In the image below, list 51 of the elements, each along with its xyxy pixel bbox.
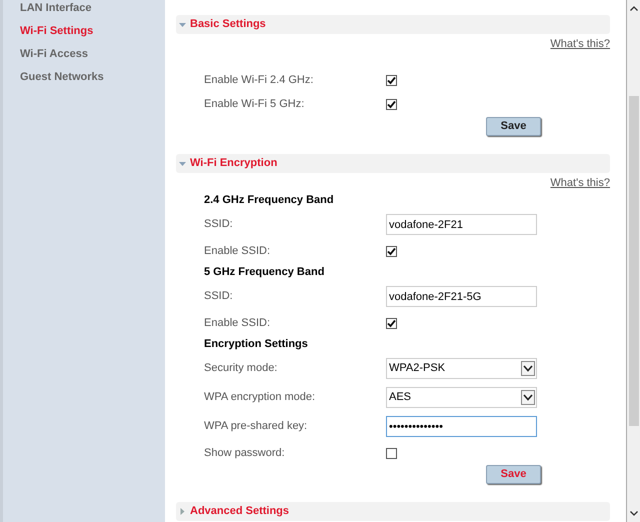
checkbox[interactable] (386, 246, 397, 256)
checkbox[interactable] (386, 75, 397, 86)
password-field[interactable]: •••••••••••••• (386, 416, 537, 437)
dropdown[interactable]: AES (386, 387, 537, 408)
checkbox[interactable] (386, 318, 397, 328)
sidebar-item[interactable]: Wi-Fi Access (20, 46, 165, 63)
caret-down-icon (179, 21, 186, 28)
sidebar-item[interactable]: Wi-Fi Settings (20, 23, 165, 40)
chevron-down-icon (521, 390, 535, 405)
chevron-down-icon (630, 511, 638, 516)
check-icon (387, 76, 396, 85)
check-icon (387, 246, 396, 256)
field-label: SSID: (204, 217, 234, 232)
chevron-up-icon (630, 6, 638, 11)
field-label: SSID: (204, 289, 234, 304)
sidebar-item[interactable]: LAN Interface (20, 0, 165, 17)
caret-right-icon (179, 508, 186, 515)
chevron-down-icon (521, 361, 535, 376)
field-label: Show password: (204, 446, 286, 461)
scrollbar[interactable] (626, 0, 640, 522)
field-label: WPA encryption mode: (204, 390, 316, 406)
text-field[interactable]: vodafone-2F21 (386, 214, 537, 235)
help-link[interactable]: What's this? (550, 36, 610, 52)
group-heading: 2.4 GHz Frequency Band (204, 193, 334, 208)
group-heading: 5 GHz Frequency Band (204, 265, 324, 280)
field-label: Enable Wi-Fi 5 GHz: (204, 97, 306, 112)
field-label: Enable Wi-Fi 2.4 GHz: (204, 73, 314, 88)
help-link[interactable]: What's this? (550, 174, 610, 191)
dropdown[interactable]: WPA2-PSK (386, 358, 537, 379)
section-title: Advanced Settings (190, 504, 290, 520)
sidebar-item[interactable]: Guest Networks (20, 69, 165, 86)
section-title: Wi-Fi Encryption (190, 156, 278, 171)
check-icon (387, 318, 396, 328)
group-heading: Encryption Settings (204, 337, 308, 352)
caret-down-icon (179, 160, 186, 166)
scrollbar-thumb[interactable] (628, 96, 638, 426)
field-label: Enable SSID: (204, 316, 272, 331)
dropdown-value: WPA2-PSK (389, 361, 446, 376)
checkbox[interactable] (386, 99, 397, 110)
save-button[interactable]: Save (486, 116, 541, 136)
field-label: WPA pre-shared key: (204, 419, 308, 434)
checkbox[interactable] (386, 448, 397, 458)
text-field[interactable]: vodafone-2F21-5G (386, 286, 537, 307)
field-label: Enable SSID: (204, 244, 272, 259)
section-title: Basic Settings (190, 17, 266, 32)
dropdown-value: AES (389, 390, 412, 406)
section-header[interactable]: Wi-Fi Encryption (176, 154, 610, 172)
section-header[interactable]: Basic Settings (176, 15, 610, 34)
check-icon (387, 100, 396, 109)
section-header[interactable]: Advanced Settings (176, 502, 610, 521)
field-label: Security mode: (204, 361, 278, 376)
